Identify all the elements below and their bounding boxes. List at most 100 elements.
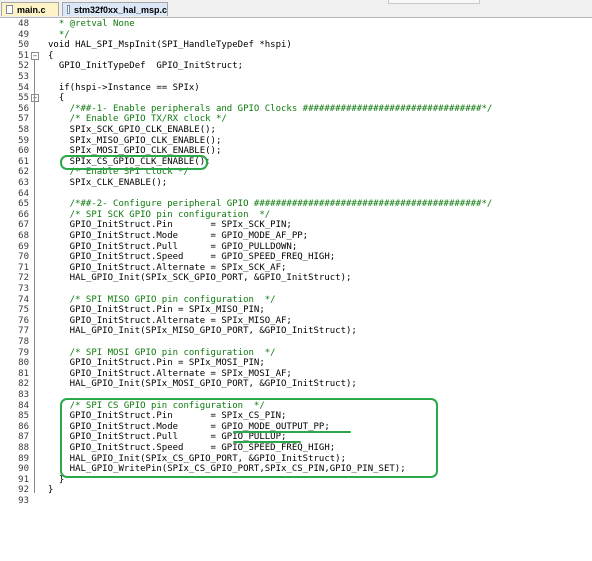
line-number: 57 [18, 114, 29, 125]
line-number: 65 [18, 199, 29, 210]
line-number: 80 [18, 358, 29, 369]
line-number: 86 [18, 421, 29, 432]
code-text: HAL_GPIO_Init(SPIx_MOSI_GPIO_PORT, &GPIO… [48, 379, 357, 390]
code-line[interactable]: 48 * @retval None [0, 19, 592, 29]
code-line[interactable]: 64 [0, 189, 592, 199]
code-text: GPIO_InitStruct.Alternate = SPIx_MISO_AF… [48, 315, 292, 326]
code-text: GPIO_InitStruct.Mode = GPIO_MODE_AF_PP; [48, 231, 309, 241]
line-number: 79 [18, 347, 29, 358]
line-number: 48 [18, 19, 29, 29]
code-line[interactable]: 80 GPIO_InitStruct.Pin = SPIx_MOSI_PIN; [0, 358, 592, 368]
code-text: void HAL_SPI_MspInit(SPI_HandleTypeDef *… [48, 40, 292, 51]
tab-label: main.c [17, 4, 46, 15]
code-line[interactable]: 76 GPIO_InitStruct.Alternate = SPIx_MISO… [0, 316, 592, 326]
toolbar-edge [388, 0, 480, 4]
highlight-box-cs-clk [60, 154, 208, 170]
code-comment: /* SPI MISO GPIO pin configuration */ [48, 294, 276, 305]
line-number: 68 [18, 231, 29, 241]
line-number: 66 [18, 209, 29, 220]
line-number: 60 [18, 146, 29, 157]
line-number: 76 [18, 315, 29, 326]
code-text: GPIO_InitStruct.Pin = SPIx_MOSI_PIN; [48, 358, 265, 369]
code-line[interactable]: 55− { [0, 93, 592, 103]
line-number: 81 [18, 368, 29, 379]
line-number: 83 [18, 390, 29, 400]
code-line[interactable]: 51−{ [0, 51, 592, 61]
line-number: 93 [18, 496, 29, 506]
code-line[interactable]: 50 void HAL_SPI_MspInit(SPI_HandleTypeDef… [0, 40, 592, 50]
code-line[interactable]: 78 [0, 337, 592, 347]
code-line[interactable]: 77 HAL_GPIO_Init(SPIx_MISO_GPIO_PORT, &G… [0, 326, 592, 336]
code-line[interactable]: 68 GPIO_InitStruct.Mode = GPIO_MODE_AF_P… [0, 231, 592, 241]
fold-toggle-icon[interactable]: − [31, 94, 39, 103]
line-number: 88 [18, 443, 29, 453]
code-line[interactable]: 53 [0, 72, 592, 82]
line-number: 78 [18, 337, 29, 347]
code-comment: */ [48, 29, 70, 40]
code-text: { [48, 93, 65, 104]
code-line[interactable]: 66 /* SPI SCK GPIO pin configuration */ [0, 210, 592, 220]
line-number: 59 [18, 135, 29, 146]
line-number: 89 [18, 453, 29, 464]
code-line[interactable]: 54 if(hspi->Instance == SPIx) [0, 83, 592, 93]
code-line[interactable]: 56 /*##-1- Enable peripherals and GPIO C… [0, 104, 592, 114]
tab-label: stm32f0xx_hal_msp.c [73, 4, 167, 15]
code-text: GPIO_InitStruct.Pin = SPIx_MISO_PIN; [48, 305, 265, 316]
code-comment: /* Enable GPIO TX/RX clock */ [48, 114, 227, 125]
code-line[interactable]: 70 GPIO_InitStruct.Speed = GPIO_SPEED_FR… [0, 252, 592, 262]
line-number: 92 [18, 485, 29, 496]
code-line[interactable]: 74 /* SPI MISO GPIO pin configuration */ [0, 295, 592, 305]
fold-toggle-icon[interactable]: − [31, 51, 39, 60]
line-number: 61 [18, 156, 29, 167]
code-comment: /*##-1- Enable peripherals and GPIO Cloc… [48, 103, 493, 114]
tab-hal-msp-c[interactable]: stm32f0xx_hal_msp.c [62, 2, 168, 16]
line-number: 49 [18, 29, 29, 40]
code-line[interactable]: 63 SPIx_CLK_ENABLE(); [0, 178, 592, 188]
code-text: SPIx_CLK_ENABLE(); [48, 178, 168, 188]
code-line[interactable]: 73 [0, 284, 592, 294]
code-line[interactable]: 52 GPIO_InitTypeDef GPIO_InitStruct; [0, 61, 592, 71]
code-line[interactable]: 79 /* SPI MOSI GPIO pin configuration */ [0, 348, 592, 358]
line-number: 55 [18, 93, 29, 104]
line-number: 51 [18, 50, 29, 61]
code-line[interactable]: 49 */ [0, 30, 592, 40]
code-line[interactable]: 59 SPIx_MISO_GPIO_CLK_ENABLE(); [0, 136, 592, 146]
code-text: } [48, 485, 54, 496]
code-line[interactable]: 75 GPIO_InitStruct.Pin = SPIx_MISO_PIN; [0, 305, 592, 315]
line-number: 58 [18, 125, 29, 135]
code-line[interactable]: 92} [0, 485, 592, 495]
code-text: GPIO_InitStruct.Alternate = SPIx_SCK_AF; [48, 262, 287, 273]
line-number: 63 [18, 178, 29, 188]
line-number: 85 [18, 411, 29, 422]
line-number: 75 [18, 305, 29, 316]
tab-main-c[interactable]: main.c [1, 2, 59, 16]
fold-guide [34, 58, 35, 494]
line-number: 74 [18, 294, 29, 305]
line-number: 64 [18, 188, 29, 199]
line-number: 56 [18, 103, 29, 114]
line-number: 62 [18, 167, 29, 178]
code-comment: /* SPI SCK GPIO pin configuration */ [48, 209, 271, 220]
code-line[interactable]: 67 GPIO_InitStruct.Pin = SPIx_SCK_PIN; [0, 220, 592, 230]
code-line[interactable]: 65 /*##-2- Configure peripheral GPIO ###… [0, 199, 592, 209]
code-line[interactable]: 58 SPIx_SCK_GPIO_CLK_ENABLE(); [0, 125, 592, 135]
code-comment: /* SPI MOSI GPIO pin configuration */ [48, 347, 276, 358]
code-text: GPIO_InitStruct.Pin = SPIx_SCK_PIN; [48, 220, 292, 231]
code-text: GPIO_InitStruct.Pull = GPIO_PULLDOWN; [48, 241, 298, 252]
code-line[interactable]: 71 GPIO_InitStruct.Alternate = SPIx_SCK_… [0, 263, 592, 273]
line-number: 50 [18, 40, 29, 51]
code-text: SPIx_SCK_GPIO_CLK_ENABLE(); [48, 125, 216, 135]
code-line[interactable]: 57 /* Enable GPIO TX/RX clock */ [0, 114, 592, 124]
code-line[interactable]: 81 GPIO_InitStruct.Alternate = SPIx_MOSI… [0, 369, 592, 379]
line-number: 53 [18, 72, 29, 82]
line-number: 73 [18, 284, 29, 294]
code-line[interactable]: 93 [0, 496, 592, 506]
file-tab-bar: main.c stm32f0xx_hal_msp.c [0, 0, 592, 18]
code-text: if(hspi->Instance == SPIx) [48, 82, 200, 93]
code-line[interactable]: 82 HAL_GPIO_Init(SPIx_MOSI_GPIO_PORT, &G… [0, 379, 592, 389]
line-number: 90 [18, 464, 29, 475]
code-line[interactable]: 69 GPIO_InitStruct.Pull = GPIO_PULLDOWN; [0, 242, 592, 252]
code-text: GPIO_InitTypeDef GPIO_InitStruct; [48, 61, 244, 72]
code-line[interactable]: 72 HAL_GPIO_Init(SPIx_SCK_GPIO_PORT, &GP… [0, 273, 592, 283]
code-text: GPIO_InitStruct.Speed = GPIO_SPEED_FREQ_… [48, 252, 336, 263]
